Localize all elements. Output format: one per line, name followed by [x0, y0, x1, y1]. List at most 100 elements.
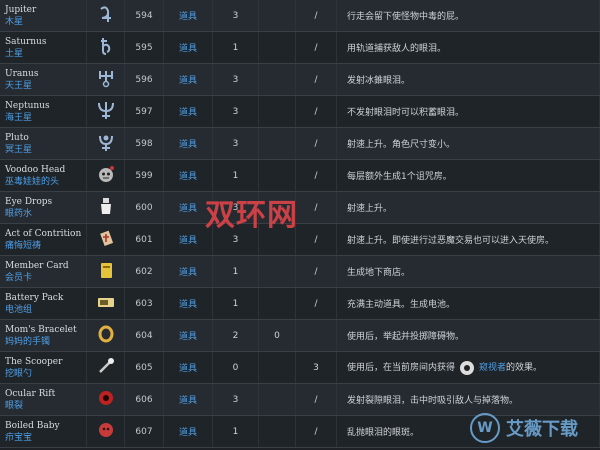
item-type-link[interactable]: 道具 — [179, 428, 197, 438]
item-name-cell: Saturnus 土星 — [0, 31, 87, 64]
desc-link[interactable]: 窥视者 — [479, 363, 506, 373]
item-name-en: Saturnus — [5, 36, 47, 47]
item-description-cell: 使用后，举起并投掷障碍物。 — [336, 319, 600, 352]
item-quality: 3 — [212, 63, 259, 96]
item-type-link[interactable]: 道具 — [179, 76, 197, 86]
item-icon-cell — [86, 287, 125, 320]
item-name-cell: Jupiter 木星 — [0, 0, 87, 32]
item-icon-cell — [86, 319, 125, 352]
item-type-link[interactable]: 道具 — [179, 396, 197, 406]
item-quality: 2 — [212, 319, 259, 352]
table-row: Jupiter 木星 594 道具 3 / 行走会留下使怪物中毒的屁。 — [0, 0, 600, 32]
item-type-link[interactable]: 道具 — [179, 236, 197, 246]
item-name-cell: Mom's Bracelet 妈妈的手镯 — [0, 319, 87, 352]
item-type-link[interactable]: 道具 — [179, 364, 197, 374]
item-name-en: Eye Drops — [5, 196, 53, 207]
item-charge — [258, 159, 296, 192]
item-name-zh-link[interactable]: 痛悔短祷 — [5, 240, 86, 252]
table-row: Act of Contrition 痛悔短祷 601 道具 3 / 射速上升。即… — [0, 223, 600, 256]
item-name-cell: Battery Pack 电池组 — [0, 287, 87, 320]
item-name-zh-link[interactable]: 土星 — [5, 48, 86, 60]
table-row: Ocular Rift 眼裂 606 道具 3 / 发射裂隙眼泪，击中时吸引敌人… — [0, 383, 600, 416]
item-name-en: Mom's Bracelet — [5, 324, 77, 335]
item-name-en: The Scooper — [5, 356, 63, 367]
item-extra: / — [295, 31, 337, 64]
item-description: 使用后，举起并投掷障碍物。 — [347, 332, 465, 342]
item-name-en: Pluto — [5, 132, 29, 143]
item-quality: 1 — [212, 287, 259, 320]
item-id: 601 — [124, 223, 164, 256]
item-quality: 3 — [212, 95, 259, 128]
item-quality: 3 — [212, 0, 259, 32]
item-id: 596 — [124, 63, 164, 96]
item-name-en: Ocular Rift — [5, 388, 56, 399]
item-charge — [258, 63, 296, 96]
item-icon-cell — [86, 223, 125, 256]
item-quality: 1 — [212, 255, 259, 288]
item-name-zh-link[interactable]: 眼药水 — [5, 208, 86, 220]
watermark-corner-text: 艾薇下载 — [506, 419, 578, 440]
item-name-zh-link[interactable]: 木星 — [5, 16, 86, 28]
item-name-zh-link[interactable]: 挖眼勺 — [5, 368, 86, 380]
item-name-cell: Act of Contrition 痛悔短祷 — [0, 223, 87, 256]
item-name-zh-link[interactable]: 眼裂 — [5, 400, 86, 412]
item-description: 射速上升。 — [347, 204, 393, 214]
item-type-link[interactable]: 道具 — [179, 140, 197, 150]
item-type-link[interactable]: 道具 — [179, 204, 197, 214]
item-type-cell: 道具 — [163, 319, 213, 352]
item-icon-cell — [86, 63, 125, 96]
item-description: 不发射眼泪时可以积蓄眼泪。 — [347, 108, 465, 118]
item-name-cell: Ocular Rift 眼裂 — [0, 383, 87, 416]
peeper-icon — [460, 360, 475, 375]
item-type-cell: 道具 — [163, 383, 213, 416]
item-description: 充满主动道具。生成电池。 — [347, 300, 456, 310]
item-name-cell: Uranus 天王星 — [0, 63, 87, 96]
item-description-cell: 发射裂隙眼泪，击中时吸引敌人与掉落物。 — [336, 383, 600, 416]
item-type-link[interactable]: 道具 — [179, 108, 197, 118]
item-type-link[interactable]: 道具 — [179, 268, 197, 278]
item-name-zh-link[interactable]: 海王星 — [5, 112, 86, 124]
item-type-link[interactable]: 道具 — [179, 332, 197, 342]
item-id: 606 — [124, 383, 164, 416]
item-icon-cell — [86, 415, 125, 448]
item-id: 595 — [124, 31, 164, 64]
item-quality: 3 — [212, 383, 259, 416]
item-name-zh-link[interactable]: 妈妈的手镯 — [5, 336, 86, 348]
item-description: 发射冰錐眼泪。 — [347, 76, 411, 86]
battery-pack-icon — [95, 298, 117, 316]
item-type-cell: 道具 — [163, 159, 213, 192]
item-icon-cell — [86, 31, 125, 64]
item-name-cell: Member Card 会员卡 — [0, 255, 87, 288]
desc-prefix: 使用后，在当前房间内获得 — [347, 363, 456, 374]
item-name-zh-link[interactable]: 巫毒娃娃的头 — [5, 176, 86, 188]
table-row: Mom's Bracelet 妈妈的手镯 604 道具 2 0 使用后，举起并投… — [0, 319, 600, 352]
table-row: Eye Drops 眼药水 600 道具 3 / 射速上升。 — [0, 191, 600, 224]
item-extra: / — [295, 159, 337, 192]
item-extra: / — [295, 287, 337, 320]
item-type-cell: 道具 — [163, 63, 213, 96]
item-name-zh-link[interactable]: 冥王星 — [5, 144, 86, 156]
item-quality: 3 — [212, 127, 259, 160]
item-id: 599 — [124, 159, 164, 192]
item-type-link[interactable]: 道具 — [179, 44, 197, 54]
item-extra: / — [295, 63, 337, 96]
item-charge — [258, 383, 296, 416]
item-name-zh-link[interactable]: 天王星 — [5, 80, 86, 92]
item-name-zh-link[interactable]: 疖宝宝 — [5, 432, 86, 444]
item-description-cell: 用轨道捕获敌人的眼泪。 — [336, 31, 600, 64]
item-type-link[interactable]: 道具 — [179, 12, 197, 22]
item-name-zh-link[interactable]: 电池组 — [5, 304, 86, 316]
item-type-cell: 道具 — [163, 255, 213, 288]
item-type-link[interactable]: 道具 — [179, 172, 197, 182]
item-description: 发射裂隙眼泪，击中时吸引敌人与掉落物。 — [347, 396, 519, 406]
item-quality: 1 — [212, 31, 259, 64]
item-type-cell: 道具 — [163, 287, 213, 320]
item-charge — [258, 255, 296, 288]
item-type-link[interactable]: 道具 — [179, 300, 197, 310]
item-extra: / — [295, 255, 337, 288]
item-name-en: Voodoo Head — [5, 164, 66, 175]
item-name-zh-link[interactable]: 会员卡 — [5, 272, 86, 284]
item-description-cell: 不发射眼泪时可以积蓄眼泪。 — [336, 95, 600, 128]
item-extra: / — [295, 415, 337, 448]
item-icon-cell — [86, 255, 125, 288]
